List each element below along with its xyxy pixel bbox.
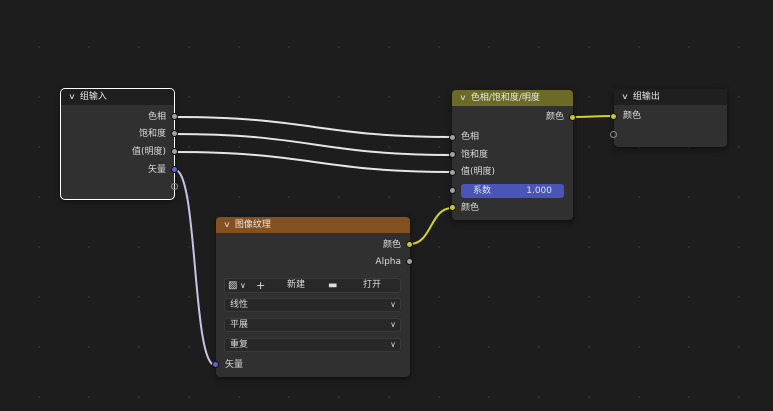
output-vector-label: 矢量 [147, 165, 166, 175]
chevron-down-icon[interactable]: ∨ [68, 89, 76, 105]
group-input-hue-socket[interactable] [171, 113, 178, 120]
group-output-empty-socket[interactable] [610, 131, 617, 138]
link-vector [174, 169, 216, 366]
link-hsv-out [572, 115, 615, 118]
extension-value: 重复 [230, 340, 249, 350]
group-input-empty-socket[interactable] [171, 183, 178, 190]
output-value-label: 值(明度) [131, 147, 166, 157]
interpolation-dropdown[interactable]: 线性 ∨ [224, 298, 401, 312]
hsv-factor-socket[interactable] [449, 187, 456, 194]
group-input-header[interactable]: ∨ 组输入 [61, 89, 174, 105]
group-input-value-socket[interactable] [171, 148, 178, 155]
open-image-button[interactable]: 打开 [363, 279, 381, 292]
link-saturation [174, 133, 453, 156]
projection-value: 平展 [230, 320, 249, 330]
hsv-output-color-label: 颜色 [545, 112, 564, 122]
image-browse-icon[interactable]: ▨ [228, 279, 237, 292]
link-image-color [409, 207, 453, 245]
factor-value: 1.000 [526, 186, 552, 196]
link-hue [174, 116, 453, 138]
factor-label: 系数 [473, 186, 492, 196]
hsv-input-value-label: 值(明度) [461, 167, 496, 177]
chevron-down-icon: ∨ [390, 320, 396, 329]
hsv-saturation-socket[interactable] [449, 151, 456, 158]
hsv-input-saturation-label: 饱和度 [461, 150, 489, 160]
image-alpha-socket[interactable] [406, 258, 413, 265]
hsv-header[interactable]: ∨ 色相/饱和度/明度 [452, 90, 573, 106]
group-output-color-label: 颜色 [623, 111, 642, 121]
hsv-output-color-socket[interactable] [569, 114, 576, 121]
hsv-input-hue-label: 色相 [461, 132, 480, 142]
new-image-button[interactable]: 新建 [287, 279, 305, 292]
group-output-color-socket[interactable] [610, 113, 617, 120]
hsv-hue-socket[interactable] [449, 134, 456, 141]
projection-dropdown[interactable]: 平展 ∨ [224, 318, 401, 332]
extension-dropdown[interactable]: 重复 ∨ [224, 338, 401, 352]
folder-icon[interactable]: ▬ [328, 279, 337, 292]
output-hue-label: 色相 [147, 112, 166, 122]
chevron-down-icon[interactable]: ∨ [240, 279, 246, 292]
hsv-node[interactable]: ∨ 色相/饱和度/明度 颜色 色相 饱和度 值(明度) 系数 1.000 颜色 [452, 90, 573, 220]
image-texture-header[interactable]: ∨ 图像纹理 [216, 217, 410, 233]
chevron-down-icon[interactable]: ∨ [459, 90, 467, 106]
hsv-color-socket[interactable] [449, 204, 456, 211]
output-saturation-label: 饱和度 [138, 129, 166, 139]
group-output-header[interactable]: ∨ 组输出 [614, 89, 727, 105]
node-title: 图像纹理 [234, 220, 271, 230]
factor-slider[interactable]: 系数 1.000 [461, 184, 564, 198]
image-texture-node[interactable]: ∨ 图像纹理 颜色 Alpha ▨ ∨ + 新建 ▬ 打开 线性 ∨ 平展 ∨ … [216, 217, 410, 377]
image-vector-socket[interactable] [212, 361, 219, 368]
group-output-node[interactable]: ∨ 组输出 颜色 [614, 89, 727, 147]
image-output-color-label: 颜色 [382, 240, 401, 250]
chevron-down-icon[interactable]: ∨ [223, 217, 231, 233]
group-input-node[interactable]: ∨ 组输入 色相 饱和度 值(明度) 矢量 [61, 89, 174, 199]
image-selector-bar[interactable]: ▨ ∨ + 新建 ▬ 打开 [224, 278, 401, 293]
node-title: 组输出 [632, 92, 660, 102]
chevron-down-icon[interactable]: ∨ [621, 89, 629, 105]
chevron-down-icon: ∨ [390, 300, 396, 309]
image-output-alpha-label: Alpha [375, 257, 401, 267]
hsv-value-socket[interactable] [449, 169, 456, 176]
plus-icon[interactable]: + [256, 279, 265, 292]
interpolation-value: 线性 [230, 300, 249, 310]
group-input-vector-socket[interactable] [171, 166, 178, 173]
image-input-vector-label: 矢量 [225, 360, 244, 370]
image-color-socket[interactable] [406, 241, 413, 248]
hsv-input-color-label: 颜色 [461, 203, 480, 213]
group-input-saturation-socket[interactable] [171, 130, 178, 137]
node-title: 组输入 [79, 92, 107, 102]
chevron-down-icon: ∨ [390, 340, 396, 349]
node-title: 色相/饱和度/明度 [470, 93, 540, 103]
link-value [174, 151, 453, 173]
